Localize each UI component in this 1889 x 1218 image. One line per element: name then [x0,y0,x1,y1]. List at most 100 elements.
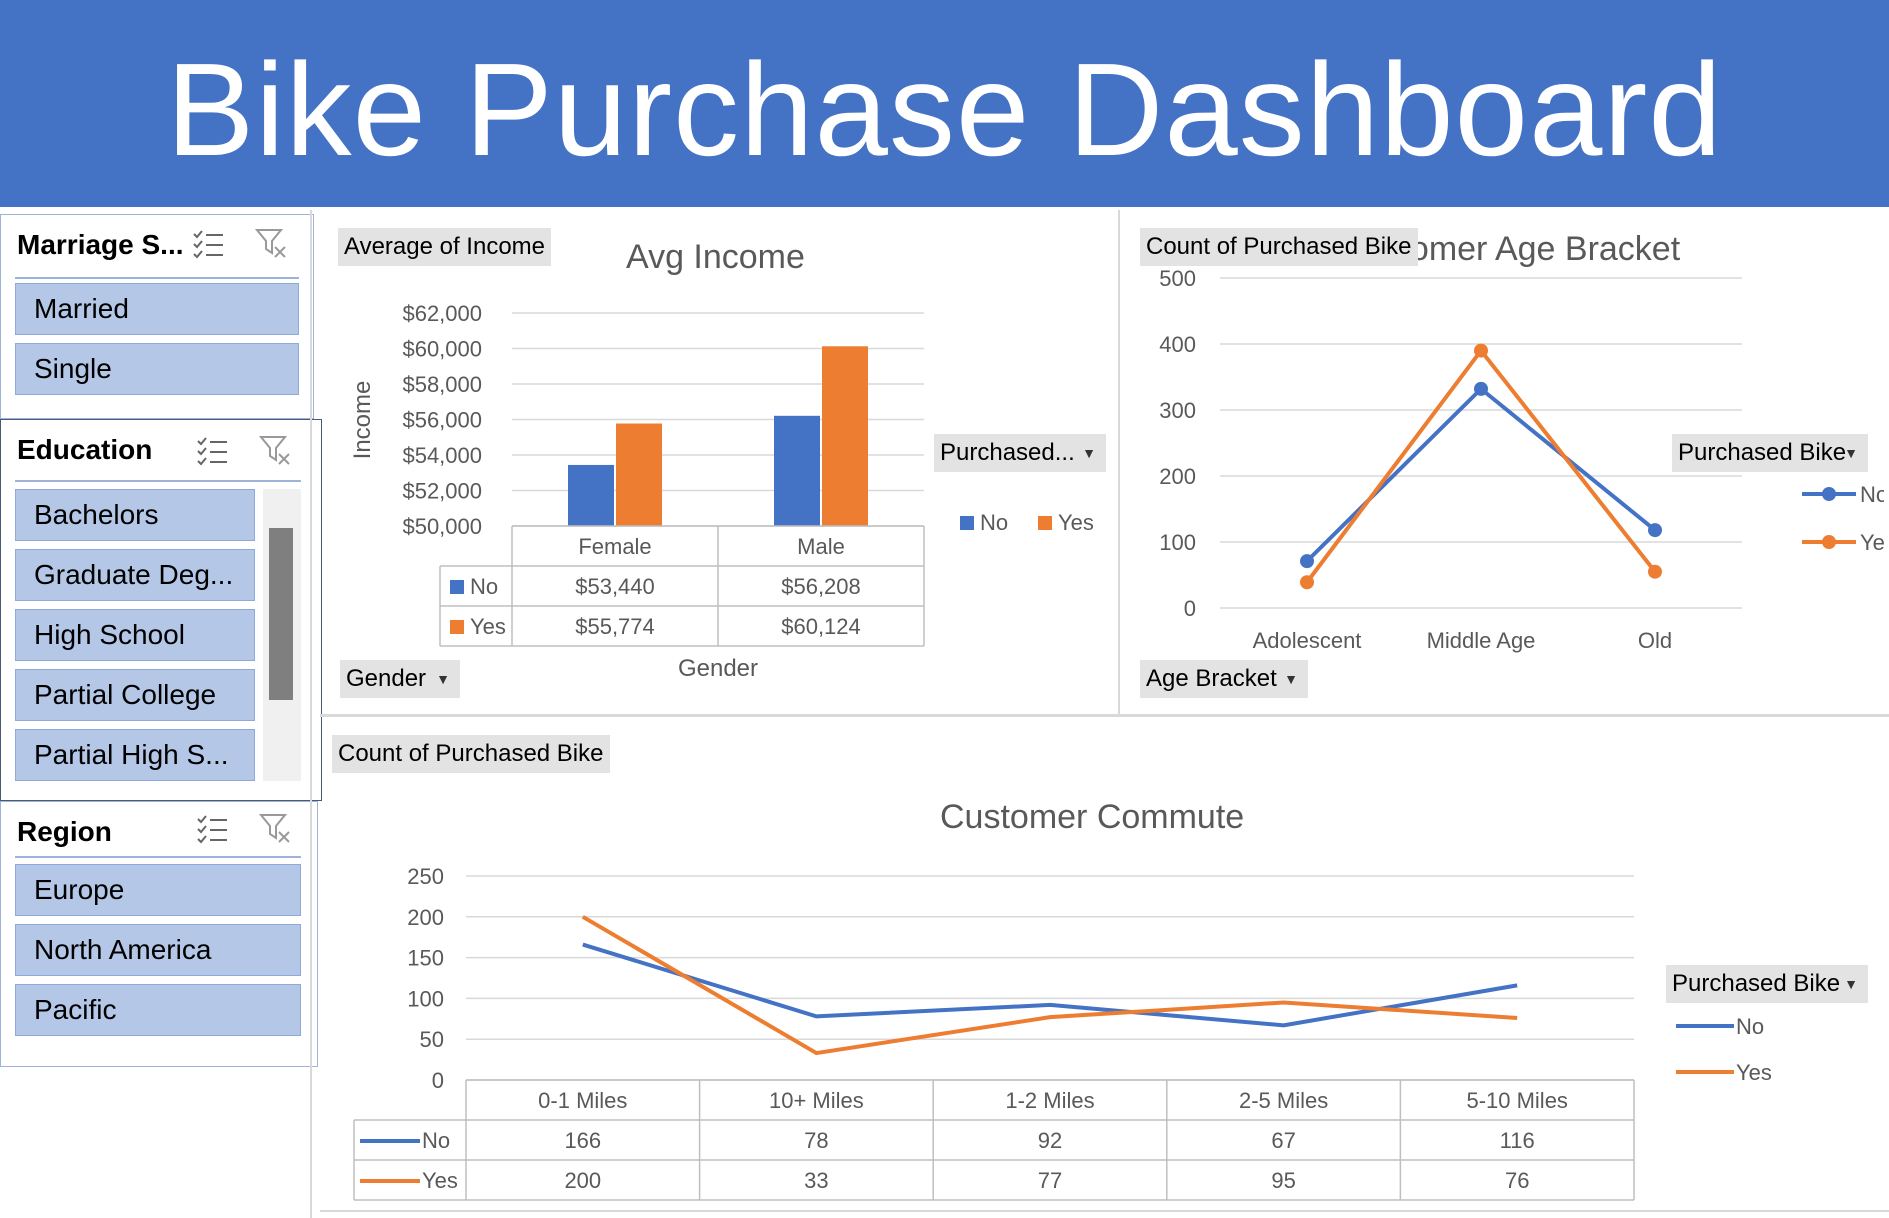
panel-divider [320,714,1889,717]
point-no [1300,554,1314,569]
point-yes [1648,564,1662,579]
data-label: $53,440 [575,574,655,599]
point-yes [1474,343,1488,358]
slicer-item-partial-college[interactable]: Partial College [15,669,255,721]
y-tick-label: $52,000 [402,479,482,504]
slicer-item-single[interactable]: Single [15,343,299,395]
slicer-item-pacific[interactable]: Pacific [15,984,301,1036]
slicer-item-graduate-degree[interactable]: Graduate Deg... [15,549,255,601]
y-tick-label: $54,000 [402,443,482,468]
slicer-separator [15,480,301,482]
chart-title-commute: Customer Commute [940,798,1245,836]
field-button-count-purchased[interactable]: Count of Purchased Bike [332,735,610,773]
slicer-title: Region [17,816,112,847]
y-tick-label: 150 [407,946,444,971]
table-legend-key [450,580,464,594]
y-tick-label: 250 [407,864,444,889]
dashboard-header: Bike Purchase Dashboard [0,0,1889,207]
line-series-no [582,942,1518,1028]
data-label: 116 [1500,1128,1535,1153]
multi-select-icon[interactable] [191,227,225,261]
point-yes [1300,575,1314,590]
y-tick-label: $58,000 [402,372,482,397]
line-series-yes [581,915,1518,1056]
data-label: 200 [564,1168,601,1193]
slicer-title: Marriage S... [17,229,184,260]
line-series-no [1305,386,1657,563]
legend-label: No [1736,1014,1764,1039]
clear-filter-icon[interactable] [259,812,293,846]
x-tick-label: 2-5 Miles [1239,1088,1328,1113]
slicer-item-europe[interactable]: Europe [15,864,301,916]
x-tick-label: Adolescent [1253,628,1362,653]
slicer-item-high-school[interactable]: High School [15,609,255,661]
slicer-title: Education [17,434,153,465]
x-tick-label: 10+ Miles [769,1088,864,1113]
legend-label: No [980,510,1008,535]
slicer-item-married[interactable]: Married [15,283,299,335]
y-tick-label: $56,000 [402,408,482,433]
table-series-label: Yes [422,1168,458,1193]
data-label: $56,208 [781,574,861,599]
x-axis-title: Gender [678,655,758,682]
legend-marker [1822,535,1836,549]
multi-select-icon[interactable] [195,434,229,468]
slicer-item-bachelors[interactable]: Bachelors [15,489,255,541]
point-no [1474,381,1488,396]
legend-key-yes [1038,516,1052,530]
y-tick-label: 50 [420,1027,444,1052]
data-label: 33 [804,1168,828,1193]
y-tick-label: $62,000 [402,301,482,326]
table-series-label: No [470,574,498,599]
slicer-education[interactable]: Education Bachelors Graduate Deg... High… [0,419,322,801]
y-axis-title: Income [349,381,376,460]
legend-label: No [1860,482,1884,507]
slicer-scrollbar-thumb[interactable] [269,528,293,700]
y-tick-label: 500 [1159,266,1196,291]
dashboard-title: Bike Purchase Dashboard [166,36,1723,183]
data-label: 166 [564,1128,601,1153]
data-label: 67 [1271,1128,1295,1153]
x-tick-label: 1-2 Miles [1005,1088,1094,1113]
panel-divider [320,1210,1889,1212]
legend-marker [1822,487,1836,501]
y-tick-label: 300 [1159,398,1196,423]
x-tick-label: Male [797,534,845,559]
x-tick-label: Female [578,534,651,559]
clear-filter-icon[interactable] [259,434,293,468]
slicer-marriage-status[interactable]: Marriage S... Married Single [0,214,314,419]
slicer-item-partial-high-school[interactable]: Partial High S... [15,729,255,781]
y-tick-label: 400 [1159,332,1196,357]
avg-income-chart: $50,000 $52,000 $54,000 $56,000 $58,000 $60,0… [349,301,1094,682]
bar-yes-male [822,346,868,526]
slicer-separator [15,277,299,279]
x-tick-label: 0-1 Miles [538,1088,627,1113]
data-label: 78 [804,1128,828,1153]
table-series-label: No [422,1128,450,1153]
table-series-label: Yes [470,614,506,639]
legend-label: Yes [1736,1060,1772,1085]
commute-chart: 0 50 100 150 200 250 0-1 Miles 10+ Miles 1-2 Mil… [353,864,1772,1201]
y-tick-label: 0 [432,1068,444,1093]
y-tick-label: 100 [407,986,444,1011]
slicer-item-north-america[interactable]: North America [15,924,301,976]
data-label: $55,774 [575,614,655,639]
multi-select-icon[interactable] [195,812,229,846]
panel-divider [310,210,312,1218]
y-tick-label: 200 [407,905,444,930]
legend-label: Yes [1058,510,1094,535]
x-tick-label: Middle Age [1427,628,1536,653]
x-tick-label: Old [1638,628,1672,653]
point-no [1648,523,1662,538]
clear-filter-icon[interactable] [255,227,289,261]
data-label: 95 [1271,1168,1295,1193]
legend-key-no [960,516,974,530]
legend-label: Yes [1860,530,1884,555]
bar-no-female [568,464,614,526]
table-legend-key [450,620,464,634]
age-bracket-chart: 0 100 200 300 400 500 Adolescent Middle Age Old N… [1159,266,1884,653]
slicer-region[interactable]: Region Europe North America Pacific [0,801,318,1067]
data-label: 76 [1505,1168,1529,1193]
y-tick-label: 100 [1159,530,1196,555]
bar-yes-female [616,423,662,526]
